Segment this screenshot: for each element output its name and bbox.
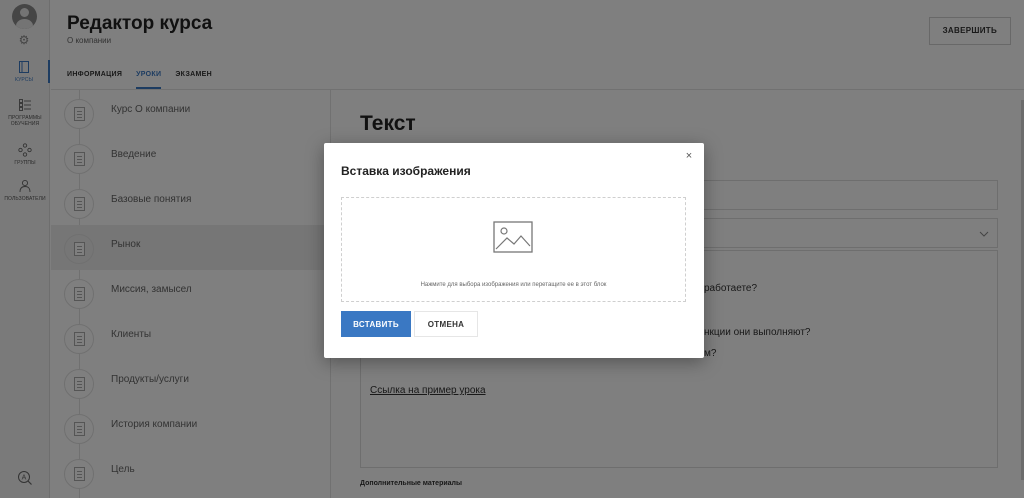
image-dropzone[interactable]: Нажмите для выбора изображения или перет… [341, 197, 686, 302]
image-icon [493, 221, 533, 253]
close-icon[interactable]: × [683, 150, 695, 162]
cancel-button[interactable]: ОТМЕНА [414, 311, 478, 337]
insert-image-dialog: Вставка изображения × Нажмите для выбора… [324, 143, 704, 358]
insert-button[interactable]: ВСТАВИТЬ [341, 311, 411, 337]
dialog-title: Вставка изображения [341, 164, 471, 178]
dropzone-hint: Нажмите для выбора изображения или перет… [420, 282, 607, 288]
